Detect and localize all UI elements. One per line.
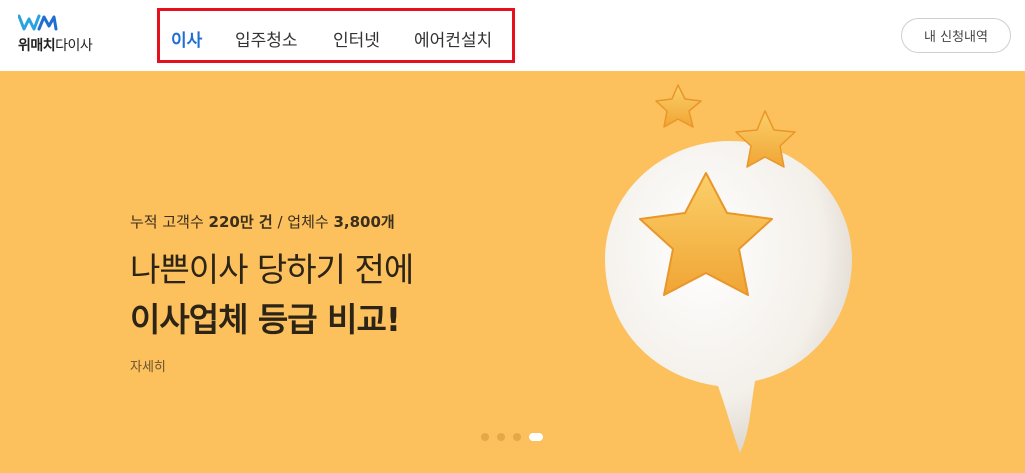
nav-item-moving[interactable]: 이사 — [171, 26, 202, 51]
slide-indicators — [481, 433, 543, 441]
slide-dot-2[interactable] — [497, 433, 505, 441]
slide-dot-3[interactable] — [513, 433, 521, 441]
logo-text: 위매치다이사 — [18, 38, 93, 54]
slide-dot-1[interactable] — [481, 433, 489, 441]
banner-headline-1: 나쁜이사 당하기 전에 — [130, 250, 414, 289]
slide-dot-4[interactable] — [529, 433, 543, 441]
hero-banner: 누적 고객수 220만 건 / 업체수 3,800개 나쁜이사 당하기 전에 이… — [0, 71, 1025, 473]
brand-logo[interactable]: 위매치다이사 — [18, 14, 108, 56]
nav-item-move-in-cleaning[interactable]: 입주청소 — [235, 26, 298, 51]
top-header: 위매치다이사 이사 입주청소 인터넷 에어컨설치 내 신청내역 — [0, 0, 1025, 71]
nav-item-aircon-install[interactable]: 에어컨설치 — [414, 26, 492, 51]
detail-link[interactable]: 자세히 — [130, 356, 166, 375]
speech-bubble-star-illustration — [605, 84, 852, 453]
nav-item-internet[interactable]: 인터넷 — [333, 26, 380, 51]
wematch-logo-icon — [18, 14, 58, 31]
banner-headline-2: 이사업체 등급 비교! — [130, 300, 401, 339]
my-applications-button[interactable]: 내 신청내역 — [901, 18, 1011, 53]
banner-stats: 누적 고객수 220만 건 / 업체수 3,800개 — [130, 213, 395, 231]
main-nav: 이사 입주청소 인터넷 에어컨설치 — [157, 8, 515, 63]
